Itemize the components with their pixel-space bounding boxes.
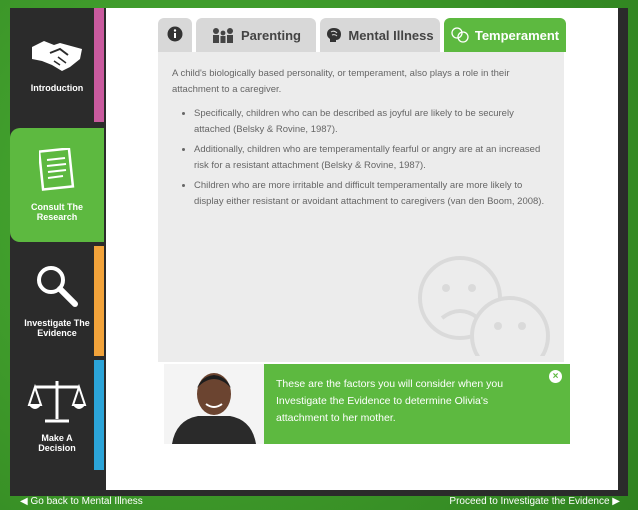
tab-info[interactable] [158, 18, 192, 52]
sidebar-item-consult-research[interactable]: Consult The Research [10, 128, 104, 242]
sidebar-item-label: Make A Decision [38, 433, 76, 453]
callout-bubble: These are the factors you will consider … [264, 364, 570, 444]
list-item: Specifically, children who can be descri… [194, 106, 550, 138]
info-icon [167, 26, 183, 45]
family-icon [211, 27, 235, 43]
tab-temperament[interactable]: Temperament [444, 18, 566, 52]
tab-strip [94, 8, 104, 122]
tab-parenting[interactable]: Parenting [196, 18, 316, 52]
list-item: Children who are more irritable and diff… [194, 178, 550, 210]
back-link[interactable]: ◀ Go back to Mental Illness [20, 496, 143, 507]
tab-label: Mental Illness [348, 27, 434, 43]
forward-link-label: Proceed to Investigate the Evidence [449, 496, 610, 507]
sidebar-item-investigate-evidence[interactable]: Investigate The Evidence [10, 246, 104, 356]
chevron-left-icon: ◀ [20, 496, 28, 507]
brain-icon [326, 27, 342, 43]
handshake-icon [30, 37, 84, 75]
tab-mental-illness[interactable]: Mental Illness [320, 18, 440, 52]
chevron-right-icon: ▶ [612, 496, 620, 507]
footer-nav: ◀ Go back to Mental Illness Proceed to I… [20, 496, 620, 510]
close-button[interactable]: × [549, 370, 562, 383]
intro-text: A child's biologically based personality… [172, 68, 510, 95]
sidebar-item-make-decision[interactable]: Make A Decision [10, 360, 104, 470]
scales-icon [27, 377, 87, 425]
narrator-callout: These are the factors you will consider … [164, 364, 570, 444]
document-icon [37, 147, 75, 194]
content-panel: Parenting Mental Illness Temperament A c… [106, 8, 618, 490]
tab-label: Temperament [474, 27, 560, 43]
tab-bar: Parenting Mental Illness Temperament [158, 18, 568, 54]
list-item: Additionally, children who are temperame… [194, 142, 550, 174]
sidebar: Introduction Consult The Research Invest… [10, 8, 106, 496]
forward-link[interactable]: Proceed to Investigate the Evidence ▶ [449, 496, 620, 507]
bullet-list: Specifically, children who can be descri… [172, 106, 550, 210]
tab-strip [94, 246, 104, 356]
tab-strip [94, 360, 104, 470]
faces-watermark-icon [410, 246, 550, 376]
back-link-label: Go back to Mental Illness [30, 496, 143, 507]
magnifier-icon [35, 264, 79, 310]
sidebar-item-label: Investigate The Evidence [24, 318, 90, 338]
sidebar-item-label: Introduction [30, 83, 84, 93]
narrator-photo [164, 364, 264, 444]
sidebar-item-introduction[interactable]: Introduction [10, 8, 104, 122]
tab-content: A child's biologically based personality… [158, 52, 564, 376]
tab-label: Parenting [241, 27, 301, 43]
sidebar-item-label: Consult The Research [31, 202, 83, 222]
callout-text: These are the factors you will consider … [276, 378, 504, 424]
faces-icon [451, 27, 469, 43]
